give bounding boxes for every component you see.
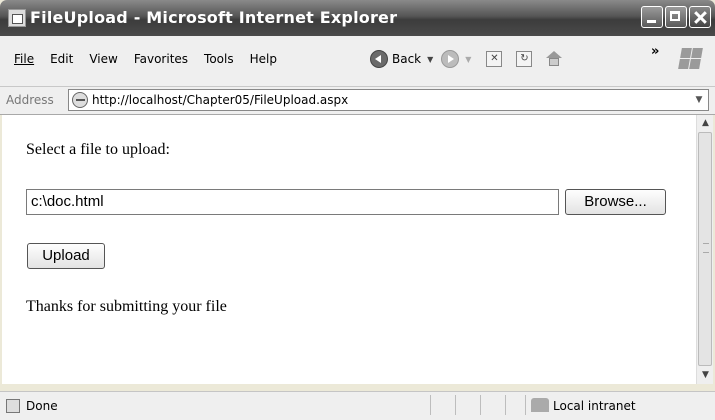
upload-button[interactable]: Upload bbox=[27, 243, 105, 269]
page-status-icon bbox=[6, 399, 20, 413]
address-bar: Address http://localhost/Chapter05/FileU… bbox=[0, 87, 715, 115]
status-bar: Done Local intranet bbox=[0, 391, 715, 420]
menu-toolbar-band: File Edit View Favorites Tools Help Back… bbox=[0, 36, 715, 87]
maximize-icon[interactable] bbox=[665, 6, 687, 28]
status-text: Done bbox=[26, 399, 58, 413]
address-label: Address bbox=[6, 93, 54, 107]
menu-tools[interactable]: Tools bbox=[196, 50, 242, 68]
back-dropdown-icon[interactable]: ▼ bbox=[427, 55, 433, 64]
minimize-icon[interactable] bbox=[641, 6, 663, 28]
security-zone: Local intranet bbox=[553, 399, 636, 413]
page-icon bbox=[72, 92, 88, 108]
scroll-down-icon[interactable]: ▼ bbox=[698, 367, 713, 383]
file-path-input[interactable]: c:\doc.html bbox=[26, 189, 559, 215]
forward-dropdown-icon[interactable]: ▼ bbox=[465, 55, 471, 64]
nav-toolbar: Back ▼ ▼ ✕ ↻ bbox=[370, 44, 569, 74]
vertical-scrollbar[interactable]: ▲ ▼ bbox=[696, 115, 713, 384]
back-icon[interactable] bbox=[370, 50, 388, 68]
menu-help[interactable]: Help bbox=[242, 50, 285, 68]
confirmation-message: Thanks for submitting your file bbox=[26, 298, 227, 315]
caption-buttons bbox=[641, 6, 711, 28]
intranet-icon bbox=[531, 398, 549, 412]
menu-file[interactable]: File bbox=[6, 50, 42, 68]
browser-window: FileUpload - Microsoft Internet Explorer… bbox=[0, 0, 715, 420]
address-dropdown-icon[interactable]: ▼ bbox=[690, 90, 708, 110]
close-icon[interactable] bbox=[689, 6, 711, 28]
scroll-up-icon[interactable]: ▲ bbox=[698, 115, 713, 131]
upload-prompt: Select a file to upload: bbox=[26, 141, 170, 158]
ie-app-icon bbox=[8, 9, 26, 27]
forward-icon[interactable] bbox=[441, 50, 460, 68]
home-icon[interactable] bbox=[546, 51, 563, 67]
address-field[interactable]: http://localhost/Chapter05/FileUpload.as… bbox=[68, 89, 709, 111]
window-title: FileUpload - Microsoft Internet Explorer bbox=[30, 8, 398, 27]
back-button-label[interactable]: Back bbox=[392, 52, 421, 66]
menu-bar: File Edit View Favorites Tools Help bbox=[6, 50, 285, 68]
title-bar[interactable]: FileUpload - Microsoft Internet Explorer bbox=[0, 0, 715, 36]
browse-button[interactable]: Browse... bbox=[565, 189, 666, 215]
menu-edit[interactable]: Edit bbox=[42, 50, 81, 68]
menu-favorites[interactable]: Favorites bbox=[126, 50, 196, 68]
stop-icon[interactable]: ✕ bbox=[486, 51, 503, 67]
menu-view[interactable]: View bbox=[81, 50, 125, 68]
address-url[interactable]: http://localhost/Chapter05/FileUpload.as… bbox=[92, 93, 348, 107]
windows-flag-icon bbox=[678, 46, 705, 72]
page-viewport: Select a file to upload: c:\doc.html Bro… bbox=[2, 115, 696, 384]
toolbar-overflow-icon[interactable]: » bbox=[651, 44, 659, 59]
refresh-icon[interactable]: ↻ bbox=[516, 51, 533, 67]
page-content: Select a file to upload: c:\doc.html Bro… bbox=[2, 115, 696, 384]
scroll-thumb[interactable] bbox=[698, 132, 712, 366]
